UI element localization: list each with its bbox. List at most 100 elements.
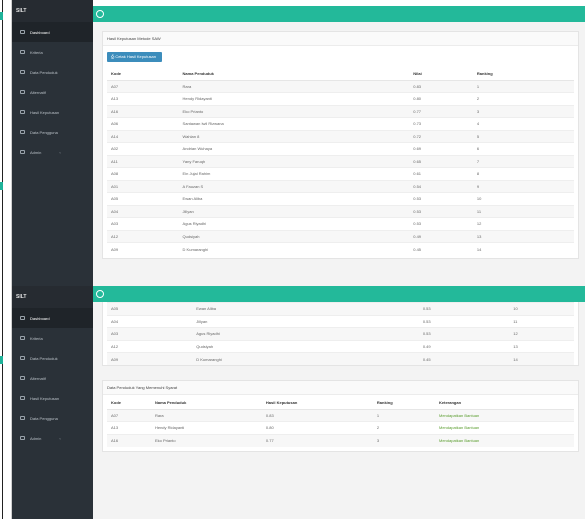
column-header[interactable]: Ranking bbox=[372, 397, 435, 410]
table-cell: Qudsiyah bbox=[178, 229, 410, 243]
edge-marker bbox=[0, 356, 3, 364]
table-cell: 2 bbox=[472, 92, 574, 105]
table-cell: 0.53 bbox=[418, 302, 510, 315]
table-cell: 13 bbox=[509, 339, 574, 353]
panel-title: Data Penduduk Yang Memenuhi Syarat bbox=[103, 381, 578, 395]
sidebar-item-data-penduduk[interactable]: Data Penduduk bbox=[12, 348, 93, 368]
dashboard-icon bbox=[20, 30, 25, 34]
table-cell: 0.54 bbox=[409, 179, 473, 193]
print-result-button[interactable]: ⎙ Cetak Hasil Keputusan bbox=[107, 52, 162, 62]
table-cell: 0.49 bbox=[409, 229, 473, 243]
sidebar-item-admin[interactable]: Admin ‹ bbox=[12, 428, 93, 448]
table-row: A04 Jillyan 0.53 11 bbox=[107, 314, 574, 328]
table-row: A07 Rara 0.83 1 bbox=[107, 79, 574, 93]
table-cell: 14 bbox=[472, 242, 574, 255]
main-content: Hasil Keputusan Metode SAW ⎙ Cetak Hasil… bbox=[93, 22, 585, 286]
sidebar-item-label: Data Pengguna bbox=[30, 129, 58, 135]
table-cell: A07 bbox=[107, 408, 151, 422]
sidebar-item-hasil-keputusan[interactable]: Hasil Keputusan bbox=[12, 102, 93, 122]
brand-logo[interactable]: SILT bbox=[12, 0, 93, 22]
kriteria-icon bbox=[20, 336, 25, 340]
table-row: A05 Ewan Aliba 0.53 10 bbox=[107, 302, 574, 315]
sidebar-item-label: Hasil Keputusan bbox=[30, 109, 60, 115]
sidebar-item-label: Dashboard bbox=[30, 29, 50, 35]
table-cell: 10 bbox=[509, 302, 574, 315]
sidebar: SILT Dashboard Kriteria Data Penduduk Al… bbox=[12, 0, 93, 286]
sidebar-item-alternatif[interactable]: Alternatif bbox=[12, 82, 93, 102]
column-header[interactable]: Hasil Keputusan bbox=[261, 397, 373, 410]
ranking-panel: Hasil Keputusan Metode SAW ⎙ Cetak Hasil… bbox=[102, 31, 579, 259]
table-cell: A05 bbox=[107, 302, 193, 315]
table-cell: A07 bbox=[107, 79, 179, 93]
table-cell: 0.61 bbox=[409, 167, 473, 180]
sidebar-item-label: Alternatif bbox=[30, 375, 46, 381]
sidebar-item-label: Kriteria bbox=[30, 335, 43, 341]
sidebar-item-label: Hasil Keputusan bbox=[30, 395, 60, 401]
dashboard-icon bbox=[20, 316, 25, 320]
table-cell: Ewan Aliba bbox=[178, 192, 410, 205]
table-cell: A16 bbox=[107, 433, 151, 447]
kriteria-icon bbox=[20, 50, 25, 54]
sidebar-item-data-pengguna[interactable]: Data Pengguna bbox=[12, 408, 93, 428]
column-header[interactable]: Nama Penduduk bbox=[178, 68, 410, 81]
table-row: A04 Jillyan 0.53 11 bbox=[107, 204, 574, 218]
alternatif-icon bbox=[20, 90, 25, 94]
sidebar-item-label: Data Pengguna bbox=[30, 415, 58, 421]
table-cell: A09 bbox=[107, 352, 193, 365]
ranking-panel-tail: A05 Ewan Aliba 0.53 10 A04 Jillyan 0.53 11 A03 Ag… bbox=[102, 302, 579, 366]
eligible-table: Kode Nama Penduduk Hasil Keputusan Ranki… bbox=[107, 397, 574, 447]
brand-logo[interactable]: SILT bbox=[12, 286, 93, 308]
hamburger-menu-icon[interactable] bbox=[96, 10, 104, 18]
sidebar-item-admin[interactable]: Admin ‹ bbox=[12, 142, 93, 162]
top-navbar bbox=[93, 286, 585, 302]
table-cell: 0.77 bbox=[409, 104, 473, 118]
sidebar-item-label: Alternatif bbox=[30, 89, 46, 95]
left-edge-line bbox=[2, 0, 3, 519]
table-cell: Rara bbox=[178, 79, 410, 93]
users-icon bbox=[20, 130, 25, 134]
table-cell: Santawan Iwil Rizwana bbox=[178, 117, 410, 130]
hamburger-menu-icon[interactable] bbox=[96, 290, 104, 298]
chevron-left-icon: ‹ bbox=[59, 149, 61, 155]
table-cell: 0.83 bbox=[261, 408, 373, 422]
ranking-table: Kode Nama Penduduk Nilai Ranking A07 Rara… bbox=[107, 68, 574, 255]
admin-icon bbox=[20, 150, 25, 154]
table-cell: Hendy Ridayanti bbox=[150, 421, 262, 434]
sidebar-item-hasil-keputusan[interactable]: Hasil Keputusan bbox=[12, 388, 93, 408]
table-cell: A04 bbox=[107, 314, 193, 328]
table-cell: A02 bbox=[107, 142, 179, 155]
table-row: A07 Rara 0.83 1 Mendapatkan Bantuan bbox=[107, 408, 574, 422]
table-cell: Jillyan bbox=[192, 314, 419, 328]
table-cell: Rara bbox=[150, 408, 262, 422]
sidebar-item-data-penduduk[interactable]: Data Penduduk bbox=[12, 62, 93, 82]
sidebar-item-kriteria[interactable]: Kriteria bbox=[12, 328, 93, 348]
sidebar-item-dashboard[interactable]: Dashboard bbox=[12, 308, 93, 328]
result-icon bbox=[20, 396, 25, 400]
sidebar-item-data-pengguna[interactable]: Data Pengguna bbox=[12, 122, 93, 142]
sidebar-item-dashboard[interactable]: Dashboard bbox=[12, 22, 93, 42]
column-header[interactable]: Nama Penduduk bbox=[150, 397, 262, 410]
table-row: A12 Qudsiyah 0.49 13 bbox=[107, 229, 574, 243]
edge-marker bbox=[0, 12, 3, 20]
table-cell: 3 bbox=[372, 433, 435, 447]
table-cell: 12 bbox=[472, 217, 574, 230]
table-row: A12 Qudsiyah 0.49 13 bbox=[107, 339, 574, 353]
table-cell: A13 bbox=[107, 421, 151, 434]
table-cell: A12 bbox=[107, 339, 193, 353]
table-cell: A03 bbox=[107, 217, 179, 230]
column-header[interactable]: Kode bbox=[107, 68, 179, 81]
sidebar-item-alternatif[interactable]: Alternatif bbox=[12, 368, 93, 388]
table-cell: 0.53 bbox=[409, 192, 473, 205]
column-header[interactable]: Kode bbox=[107, 397, 151, 410]
column-header[interactable]: Ranking bbox=[472, 68, 574, 81]
table-cell: D Kumaranghi bbox=[178, 242, 410, 255]
edge-marker bbox=[0, 182, 3, 190]
sidebar-item-kriteria[interactable]: Kriteria bbox=[12, 42, 93, 62]
column-header[interactable]: Keterangan bbox=[435, 397, 574, 410]
table-cell: 0.53 bbox=[409, 204, 473, 218]
chevron-left-icon: ‹ bbox=[59, 435, 61, 441]
table-row: A06 Santawan Iwil Rizwana 0.73 4 bbox=[107, 117, 574, 130]
column-header[interactable]: Nilai bbox=[409, 68, 473, 81]
table-cell: Jillyan bbox=[178, 204, 410, 218]
result-icon bbox=[20, 110, 25, 114]
